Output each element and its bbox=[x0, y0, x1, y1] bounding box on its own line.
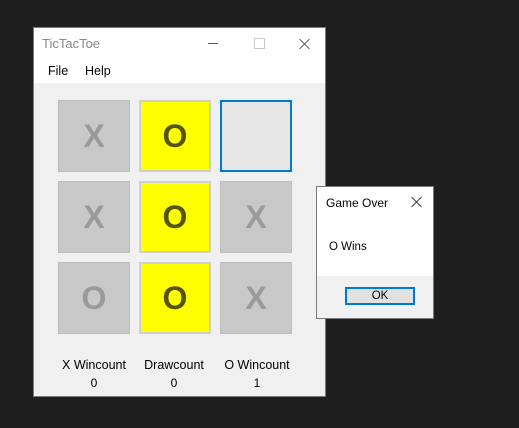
board-cell-6[interactable]: X bbox=[220, 181, 292, 253]
tictactoe-window: TicTacToe File Help X O X O X O O X X Wi… bbox=[33, 27, 326, 397]
board-cell-3[interactable] bbox=[220, 100, 292, 172]
minimize-button[interactable] bbox=[191, 28, 235, 59]
x-wincount-label: X Wincount bbox=[62, 358, 126, 372]
dialog-title: Game Over bbox=[326, 196, 389, 210]
o-wincount-label: O Wincount bbox=[224, 358, 290, 372]
menu-help[interactable]: Help bbox=[85, 64, 111, 78]
board-cell-7[interactable]: O bbox=[58, 262, 130, 334]
dialog-message: O Wins bbox=[329, 241, 367, 253]
maximize-icon bbox=[253, 38, 265, 49]
ok-button[interactable]: OK bbox=[345, 287, 415, 305]
board-cell-4[interactable]: X bbox=[58, 181, 130, 253]
menu-file[interactable]: File bbox=[48, 64, 68, 78]
close-button[interactable] bbox=[283, 28, 327, 59]
close-icon bbox=[299, 38, 311, 50]
o-wincount-value: 1 bbox=[253, 376, 261, 390]
title-bar[interactable]: TicTacToe bbox=[34, 28, 325, 59]
board-cell-8[interactable]: O bbox=[139, 262, 211, 334]
window-title: TicTacToe bbox=[42, 36, 101, 51]
minimize-icon bbox=[208, 43, 218, 44]
maximize-button[interactable] bbox=[237, 28, 281, 59]
board-cell-1[interactable]: X bbox=[58, 100, 130, 172]
drawcount-label: Drawcount bbox=[144, 358, 204, 372]
dialog-close-icon[interactable] bbox=[411, 196, 423, 208]
board-cell-9[interactable]: X bbox=[220, 262, 292, 334]
drawcount-value: 0 bbox=[170, 376, 178, 390]
dialog-footer: OK bbox=[317, 276, 433, 318]
x-wincount-value: 0 bbox=[90, 376, 98, 390]
board-cell-2[interactable]: O bbox=[139, 100, 211, 172]
game-over-dialog: Game Over O Wins OK bbox=[316, 186, 434, 319]
menu-bar: File Help bbox=[34, 59, 325, 83]
board-cell-5[interactable]: O bbox=[139, 181, 211, 253]
